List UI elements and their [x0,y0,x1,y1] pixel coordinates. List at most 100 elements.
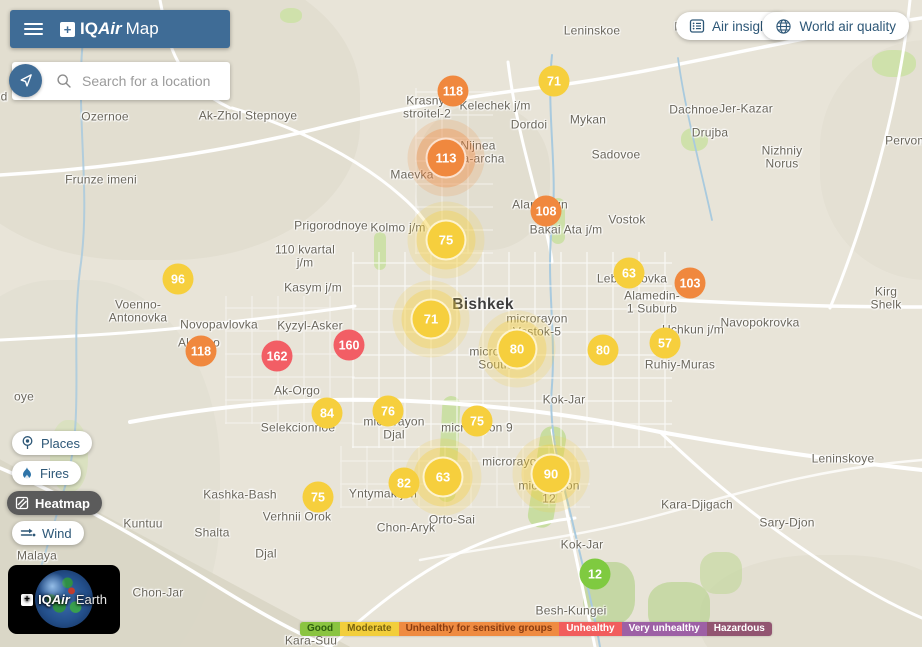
map-label: Chon-Aryk [376,520,436,535]
map-label: Orto-Sai [428,512,476,527]
map-label: Kirg Shelk [870,284,902,311]
map-label: Voenno- Antonovka [108,297,168,324]
map-label: Alamedin- 1 Suburb [624,288,680,315]
map-label: Kyzyl-Asker [277,318,343,333]
app-header: + IQAir Map [10,10,230,48]
aqi-legend: Good Moderate Unhealthy for sensitive gr… [300,622,772,636]
wind-layer-button[interactable]: Wind [12,521,84,545]
map-label: Kasym j/m [284,280,342,295]
brand-text: IQ [80,19,98,38]
aqi-marker[interactable]: 80 [587,334,619,366]
map-label: 110 kvartal j/m [274,242,336,269]
map-label: Vostok [608,212,646,227]
aqi-marker[interactable]: 113 [425,137,467,179]
iqair-earth-logo: + IQAir Earth [21,592,107,607]
map-label: Drujba [691,125,729,140]
geolocate-button[interactable] [9,64,42,97]
aqi-marker[interactable]: 75 [425,219,467,261]
world-air-quality-button[interactable]: World air quality [762,12,909,40]
legend-unhealthy: Unhealthy [559,622,622,636]
fires-label: Fires [40,465,69,481]
iqair-map-logo[interactable]: + IQAir Map [60,19,159,39]
map-label: Kara-Djigach [661,497,733,512]
map-label: Pervomays [885,133,922,148]
aqi-marker[interactable]: 160 [333,329,365,361]
map-label: Djal [255,546,277,561]
globe-icon [776,18,792,34]
aqi-marker[interactable]: 71 [538,65,570,97]
plus-logo-icon: + [60,21,75,37]
places-layer-button[interactable]: Places [12,431,93,455]
map-label: Kok-Jar [560,537,604,552]
aqi-marker[interactable]: 118 [185,335,217,367]
legend-moderate: Moderate [340,622,399,636]
map-label: Shalta [194,525,230,540]
aqi-marker[interactable]: 90 [530,453,572,495]
map-label: Ruhiy-Muras [644,357,716,372]
aqi-marker[interactable]: 12 [579,558,611,590]
map-label: Kolmo j/m [370,220,426,235]
aqi-marker[interactable]: 76 [372,395,404,427]
heatmap-label: Heatmap [35,495,90,511]
map-label: Leninskoye [811,451,875,466]
aqi-marker[interactable]: 84 [311,397,343,429]
map-label: Ozernoe [81,109,129,124]
search-input[interactable] [80,72,224,90]
flame-icon [23,466,31,480]
aqi-marker[interactable]: 82 [388,467,420,499]
app-name: Map [125,19,159,38]
plus-logo-icon: + [21,593,34,606]
brand-air-text: Air [97,19,122,38]
map-label: Ak-Zhol Stepnoye [198,108,298,123]
legend-hazardous: Hazardous [706,622,772,636]
map-label: Chon-Jar [132,585,184,600]
map-canvas[interactable]: d Ozernoe Ak-Zhol Stepnoye Frunze imeni Leni… [0,0,922,647]
aqi-marker[interactable]: 63 [613,257,645,289]
iqair-earth-badge[interactable]: + IQAir Earth [8,565,120,634]
legend-usg: Unhealthy for sensitive groups [398,622,560,636]
map-label: Verhnii Orok [262,509,332,524]
map-label: Jer-Kazar [719,101,773,116]
map-label: Mykan [569,112,607,127]
map-label: Frunze imeni [65,172,137,187]
map-label: Prigorodnoye [294,218,368,233]
places-label: Places [41,435,81,451]
hamburger-menu-icon[interactable] [24,20,43,38]
aqi-marker[interactable]: 75 [461,405,493,437]
aqi-marker[interactable]: 103 [674,267,706,299]
map-label: Malaya [17,548,57,563]
map-label: Kuntuu [123,516,163,531]
map-label: Kelechek j/m [459,98,531,113]
aqi-marker[interactable]: 118 [437,75,469,107]
legend-very-unhealthy: Very unhealthy [621,622,707,636]
map-label: Kok-Jar [542,392,586,407]
map-label: Ak-Orgo [273,383,321,398]
search-icon [56,73,72,89]
navigation-arrow-icon [20,74,32,87]
place-pin-icon [22,436,33,449]
map-label: Maevka [390,167,434,182]
map-label: Leninskoe [563,23,621,38]
map-label: Kara-Suu [284,633,338,647]
aqi-marker[interactable]: 63 [422,456,464,498]
map-label: oye [14,389,34,404]
aqi-marker[interactable]: 57 [649,327,681,359]
map-label: Dachnoe [669,102,719,117]
search-bar [9,62,230,100]
aqi-marker[interactable]: 108 [530,195,562,227]
fires-layer-button[interactable]: Fires [12,461,81,485]
heatmap-icon [15,496,29,510]
aqi-marker[interactable]: 75 [302,481,334,513]
map-label: Novopavlovka [180,317,258,332]
aqi-marker[interactable]: 71 [410,298,452,340]
map-label: Dordoi [510,117,548,132]
aqi-marker[interactable]: 96 [162,263,194,295]
aqi-marker[interactable]: 80 [496,328,538,370]
list-icon [689,19,705,33]
legend-good: Good [300,622,341,636]
map-label: Kashka-Bash [203,487,277,502]
heatmap-layer-button[interactable]: Heatmap [7,491,102,515]
aqi-marker[interactable]: 162 [261,340,293,372]
world-air-quality-label: World air quality [799,18,896,34]
wind-label: Wind [42,525,72,541]
